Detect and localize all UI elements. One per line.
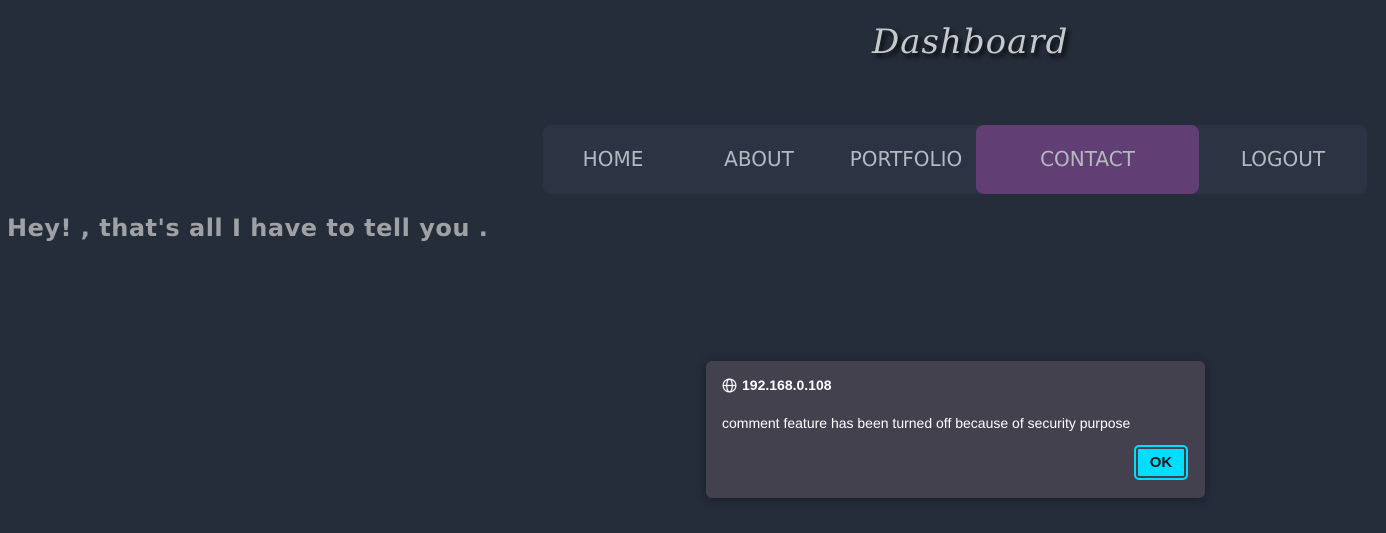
nav-item-about[interactable]: ABOUT: [688, 125, 830, 194]
page-title: Dashboard: [872, 22, 1069, 62]
nav-item-logout[interactable]: LOGOUT: [1213, 125, 1353, 194]
main-message: Hey! , that's all I have to tell you .: [7, 214, 489, 242]
main-nav: HOME ABOUT PORTFOLIO CONTACT LOGOUT: [543, 125, 1367, 194]
dialog-origin-text: 192.168.0.108: [742, 377, 832, 393]
dialog-origin: 192.168.0.108: [722, 377, 832, 393]
ok-button[interactable]: OK: [1134, 445, 1188, 480]
nav-item-portfolio[interactable]: PORTFOLIO: [835, 125, 977, 194]
nav-item-contact[interactable]: CONTACT: [976, 125, 1199, 194]
dialog-message: comment feature has been turned off beca…: [722, 415, 1131, 431]
alert-dialog: 192.168.0.108 comment feature has been t…: [706, 361, 1205, 498]
globe-icon: [722, 378, 737, 393]
nav-item-home[interactable]: HOME: [543, 125, 683, 194]
